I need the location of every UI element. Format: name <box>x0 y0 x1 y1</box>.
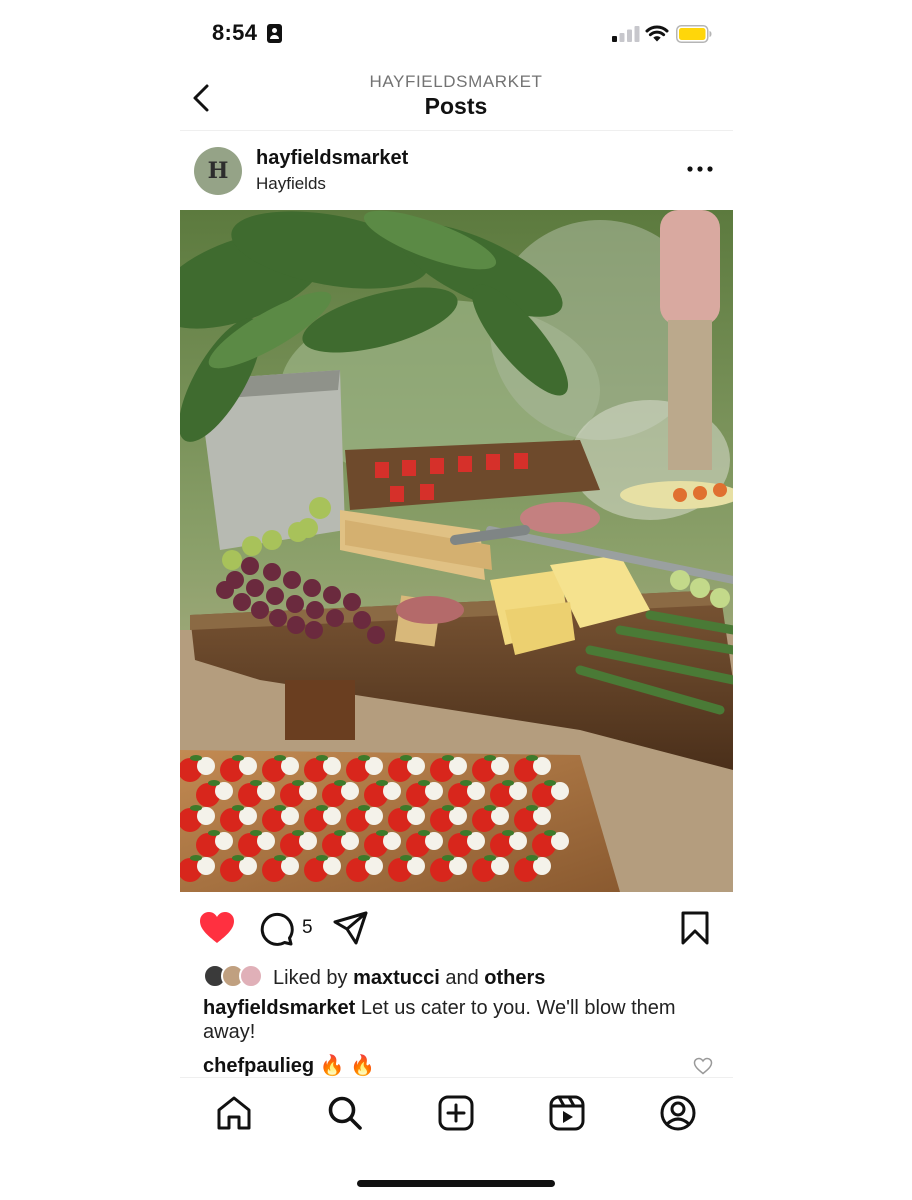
comment-button[interactable] <box>258 911 294 947</box>
liked-by-others[interactable]: others <box>484 967 545 989</box>
profile-icon[interactable] <box>659 1094 697 1132</box>
comment-like-heart-icon[interactable] <box>693 1057 713 1075</box>
battery-icon <box>676 25 712 43</box>
id-badge-icon <box>267 24 282 43</box>
home-icon[interactable] <box>215 1094 253 1132</box>
share-button[interactable] <box>332 910 370 946</box>
page-title: Posts <box>424 93 488 119</box>
liked-by-conjunction: and <box>445 967 479 989</box>
liked-by-prefix: Liked by <box>273 967 348 989</box>
like-button[interactable] <box>198 910 236 946</box>
reels-icon[interactable] <box>548 1094 586 1132</box>
bottom-nav-divider <box>180 1077 733 1078</box>
liked-by-text[interactable]: Liked by maxtucci and others <box>273 967 545 990</box>
search-icon[interactable] <box>326 1094 364 1132</box>
post-username[interactable]: hayfieldsmarket <box>256 147 408 170</box>
comment-username[interactable]: chefpaulieg <box>203 1055 314 1077</box>
heart-filled-icon <box>200 912 234 943</box>
liker-avatar[interactable] <box>239 964 263 988</box>
save-bookmark-button[interactable] <box>678 910 712 946</box>
header-account-name: HAYFIELDSMARKET <box>369 72 543 91</box>
post-image[interactable] <box>180 210 733 892</box>
liked-by-user[interactable]: maxtucci <box>353 967 440 989</box>
status-time: 8:54 <box>212 20 258 45</box>
more-options-button[interactable] <box>683 157 717 181</box>
comment-count: 5 <box>302 917 313 938</box>
home-indicator <box>357 1180 555 1187</box>
post-location[interactable]: Hayfields <box>256 174 326 194</box>
avatar[interactable]: H <box>194 147 242 195</box>
caption-username[interactable]: hayfieldsmarket <box>203 997 355 1019</box>
wifi-icon <box>645 25 669 42</box>
back-button[interactable] <box>188 80 218 116</box>
new-post-icon[interactable] <box>437 1094 475 1132</box>
avatar-letter: H <box>207 158 229 184</box>
post-caption: hayfieldsmarket Let us cater to you. We'… <box>203 996 723 1044</box>
comment-preview[interactable]: chefpaulieg 🔥 🔥 <box>203 1053 375 1078</box>
comment-text: 🔥 🔥 <box>319 1055 376 1077</box>
cellular-signal-icon <box>612 26 640 42</box>
header-divider <box>180 130 733 131</box>
